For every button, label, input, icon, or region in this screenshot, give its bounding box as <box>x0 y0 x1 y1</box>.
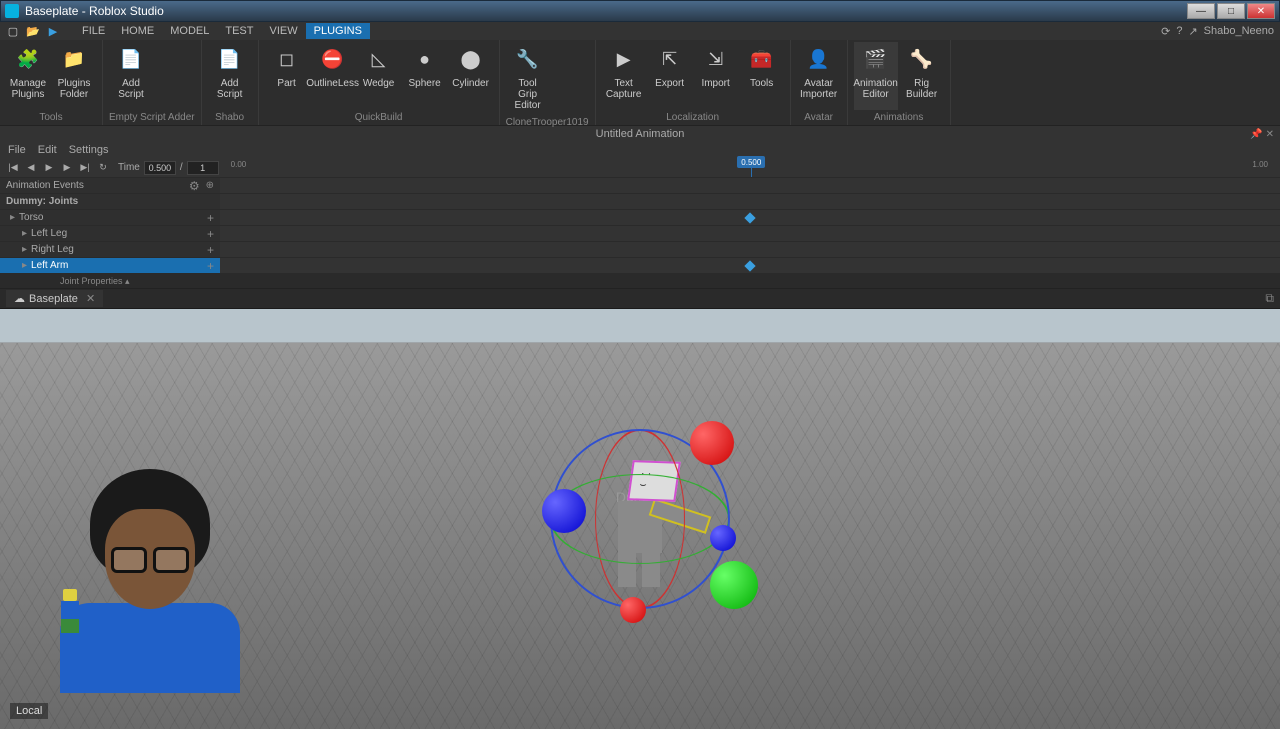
ribbon-cylinder[interactable]: ⬤Cylinder <box>449 42 493 110</box>
add-event-icon[interactable]: ⊕ <box>206 180 214 191</box>
joint-row-right-leg[interactable]: ▸Right Leg+ <box>0 242 1280 258</box>
noob-avatar-icon <box>50 589 90 639</box>
animation-editor-panel: Untitled Animation 📌 ✕ FileEditSettings … <box>0 126 1280 289</box>
animation-events-row: Animation Events ⚙ ⊕ <box>0 178 1280 194</box>
gizmo-handle-green[interactable] <box>710 561 758 609</box>
total-input[interactable] <box>187 161 219 175</box>
3d-viewport[interactable]: Dummy Local <box>0 309 1280 729</box>
ribbon-outlineless[interactable]: ⛔OutlineLess <box>311 42 355 110</box>
help-icon[interactable]: ? <box>1176 25 1182 37</box>
gizmo-handle-blue-right[interactable] <box>710 525 736 551</box>
maximize-button[interactable]: □ <box>1217 3 1245 19</box>
ribbon-rig-builder[interactable]: 🦴RigBuilder <box>900 42 944 110</box>
ribbon-import[interactable]: ⇲Import <box>694 42 738 110</box>
timeline-ruler[interactable]: 0.00 1.00 0.500 <box>229 158 1274 177</box>
goto-start-button[interactable]: |◀ <box>6 161 20 175</box>
playhead-label: 0.500 <box>737 156 765 168</box>
anim-menu-file[interactable]: File <box>8 144 26 156</box>
close-button[interactable]: ✕ <box>1247 3 1275 19</box>
joint-row-left-arm[interactable]: ▸Left Arm+ <box>0 258 1280 274</box>
anim-menu-settings[interactable]: Settings <box>69 144 109 156</box>
loop-button[interactable]: ↻ <box>96 161 110 175</box>
menu-tab-model[interactable]: MODEL <box>162 23 217 39</box>
playhead[interactable]: 0.500 <box>751 158 752 177</box>
menu-tab-plugins[interactable]: PLUGINS <box>306 23 370 39</box>
ribbon: 🧩ManagePlugins📁PluginsFolderTools📄AddScr… <box>0 40 1280 126</box>
ruler-start: 0.00 <box>231 160 247 169</box>
rig-root-row: Dummy: Joints <box>0 194 1280 210</box>
ribbon-tabs: ▢ 📂 ▶ FILEHOMEMODELTESTVIEWPLUGINS ⟳ ? ↗… <box>0 22 1280 40</box>
tab-baseplate[interactable]: ☁ Baseplate ✕ <box>6 290 103 307</box>
minimize-button[interactable]: — <box>1187 3 1215 19</box>
app-icon <box>5 4 19 18</box>
joint-row-torso[interactable]: ▸Torso+ <box>0 210 1280 226</box>
play-icon[interactable]: ▶ <box>46 24 60 38</box>
prev-frame-button[interactable]: ◀ <box>24 161 38 175</box>
ribbon-tools[interactable]: 🧰Tools <box>740 42 784 110</box>
menu-tab-home[interactable]: HOME <box>113 23 162 39</box>
window-titlebar: Baseplate - Roblox Studio — □ ✕ <box>0 0 1280 22</box>
upgrade-icon[interactable]: ⟳ <box>1161 25 1170 38</box>
animation-title: Untitled Animation <box>596 128 685 140</box>
ruler-end: 1.00 <box>1252 160 1268 169</box>
gizmo-handle-blue-left[interactable] <box>542 489 586 533</box>
goto-end-button[interactable]: ▶| <box>78 161 92 175</box>
joint-properties-toggle[interactable]: Joint Properties ▴ <box>0 274 1280 288</box>
window-title: Baseplate - Roblox Studio <box>25 4 164 18</box>
gizmo-handle-red-bottom[interactable] <box>620 597 646 623</box>
time-input[interactable] <box>144 161 176 175</box>
gizmo-handle-red-top[interactable] <box>690 421 734 465</box>
popout-icon[interactable]: ⧉ <box>1265 291 1274 306</box>
ribbon-manage-plugins[interactable]: 🧩ManagePlugins <box>6 42 50 110</box>
ribbon-sphere[interactable]: ●Sphere <box>403 42 447 110</box>
menu-tab-test[interactable]: TEST <box>217 23 261 39</box>
menu-tab-view[interactable]: VIEW <box>261 23 305 39</box>
next-frame-button[interactable]: ▶ <box>60 161 74 175</box>
user-label[interactable]: Shabo_Neeno <box>1204 25 1274 37</box>
menu-tab-file[interactable]: FILE <box>74 23 113 39</box>
ribbon-add-script[interactable]: 📄AddScript <box>109 42 153 110</box>
ribbon-tool-grip-editor[interactable]: 🔧ToolGrip Editor <box>506 42 550 115</box>
play-button[interactable]: ▶ <box>42 161 56 175</box>
playback-controls: |◀ ◀ ▶ ▶ ▶| ↻ Time / 0.00 1.00 0.500 <box>0 158 1280 178</box>
document-tabs: ☁ Baseplate ✕ ⧉ <box>0 289 1280 309</box>
space-mode-label[interactable]: Local <box>10 703 48 719</box>
close-tab-icon[interactable]: ✕ <box>86 292 95 305</box>
ribbon-text-capture[interactable]: ▶TextCapture <box>602 42 646 110</box>
cloud-icon: ☁ <box>14 292 25 305</box>
webcam-overlay <box>60 469 240 669</box>
ribbon-add-script[interactable]: 📄AddScript <box>208 42 252 110</box>
anim-menu-edit[interactable]: Edit <box>38 144 57 156</box>
ribbon-part[interactable]: ◻Part <box>265 42 309 110</box>
open-icon[interactable]: 📂 <box>26 24 40 38</box>
ribbon-wedge[interactable]: ◺Wedge <box>357 42 401 110</box>
gear-icon[interactable]: ⚙ <box>189 179 200 193</box>
ribbon-avatar-importer[interactable]: 👤AvatarImporter <box>797 42 841 110</box>
ribbon-plugins-folder[interactable]: 📁PluginsFolder <box>52 42 96 110</box>
joint-row-left-leg[interactable]: ▸Left Leg+ <box>0 226 1280 242</box>
panel-pin-icon[interactable]: 📌 ✕ <box>1250 129 1274 140</box>
share-icon[interactable]: ↗ <box>1188 25 1197 38</box>
new-icon[interactable]: ▢ <box>6 24 20 38</box>
ribbon-animation-editor[interactable]: 🎬AnimationEditor <box>854 42 898 110</box>
ribbon-export[interactable]: ⇱Export <box>648 42 692 110</box>
